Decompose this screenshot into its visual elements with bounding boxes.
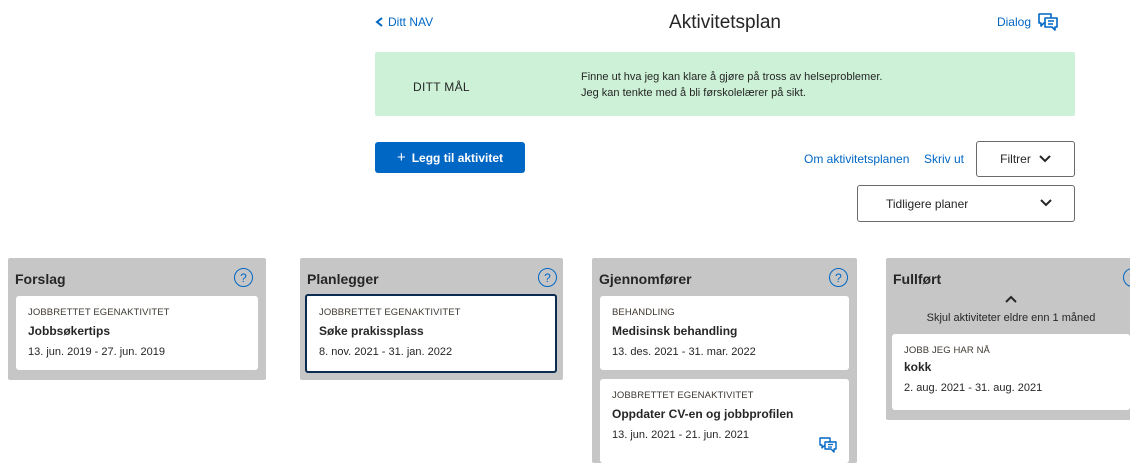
goal-text-line: Finne ut hva jeg kan klare å gjøre på tr… [581, 71, 883, 83]
card-dates: 13. jun. 2019 - 27. jun. 2019 [28, 346, 165, 358]
column-fullfort: Fullført ? Skjul aktiviteter eldre enn 1… [886, 258, 1130, 420]
goal-panel: DITT MÅL Finne ut hva jeg kan klare å gj… [375, 52, 1075, 116]
print-link[interactable]: Skriv ut [924, 152, 964, 166]
goal-label: DITT MÅL [413, 80, 470, 94]
column-header: Planlegger ? [300, 258, 563, 296]
card-title: Oppdater CV-en og jobbprofilen [612, 407, 794, 421]
previous-plans-label: Tidligere planer [886, 197, 969, 211]
plus-icon: + [396, 149, 406, 166]
page-header: Ditt NAV Aktivitetsplan Dialog [375, 0, 1075, 48]
help-icon[interactable]: ? [234, 268, 253, 287]
dialog-link-label: Dialog [996, 15, 1031, 29]
card-dates: 2. aug. 2021 - 31. aug. 2021 [904, 382, 1043, 394]
card-dates: 13. des. 2021 - 31. mar. 2022 [612, 346, 756, 358]
filter-button[interactable]: Filtrer [976, 141, 1075, 177]
column-planlegger: Planlegger ? JOBBRETTET EGENAKTIVITET Sø… [300, 258, 563, 380]
card-type: JOBB JEG HAR NÅ [904, 345, 990, 356]
help-icon[interactable]: ? [1123, 268, 1130, 287]
column-gjennomforer: Gjennomfører ? BEHANDLING Medisinsk beha… [592, 258, 857, 463]
activity-card[interactable]: JOBB JEG HAR NÅ kokk 2. aug. 2021 - 31. … [892, 334, 1130, 410]
about-plan-link[interactable]: Om aktivitetsplanen [804, 152, 909, 166]
card-dates: 8. nov. 2021 - 31. jan. 2022 [319, 346, 453, 358]
column-title: Forslag [15, 271, 66, 287]
card-type: JOBBRETTET EGENAKTIVITET [28, 307, 170, 318]
help-icon[interactable]: ? [538, 268, 557, 287]
dialog-icon [819, 437, 837, 453]
card-type: JOBBRETTET EGENAKTIVITET [612, 390, 754, 401]
chevron-up-icon [1005, 295, 1017, 303]
activity-card[interactable]: BEHANDLING Medisinsk behandling 13. des.… [600, 296, 849, 370]
column-header: Gjennomfører ? [592, 258, 857, 296]
column-title: Fullført [893, 271, 942, 287]
filter-label: Filtrer [1000, 152, 1031, 166]
previous-plans-select[interactable]: Tidligere planer [857, 185, 1075, 222]
goal-text: Finne ut hva jeg kan klare å gjøre på tr… [581, 69, 882, 101]
card-title: Søke prakissplass [319, 324, 424, 338]
dialog-icon [1038, 13, 1058, 31]
activity-card-selected[interactable]: JOBBRETTET EGENAKTIVITET Søke prakisspla… [305, 294, 557, 373]
help-icon[interactable]: ? [829, 268, 848, 287]
card-type: BEHANDLING [612, 307, 675, 318]
chevron-down-icon [1040, 199, 1052, 207]
add-activity-button[interactable]: + Legg til aktivitet [375, 142, 525, 173]
column-title: Gjennomfører [599, 271, 692, 287]
activity-card[interactable]: JOBBRETTET EGENAKTIVITET Oppdater CV-en … [600, 379, 849, 463]
card-title: Jobbsøkertips [28, 324, 111, 338]
column-title: Planlegger [307, 271, 379, 287]
chevron-down-icon [1039, 155, 1051, 163]
card-dates: 13. jun. 2021 - 21. jun. 2021 [612, 429, 749, 441]
hide-old-activities-label: Skjul aktiviteter eldre enn 1 måned [926, 312, 1096, 324]
hide-old-activities-toggle[interactable]: Skjul aktiviteter eldre enn 1 måned [886, 293, 1130, 327]
page-title: Aktivitetsplan [669, 12, 781, 33]
goal-text-line: Jeg kan tenkte med å bli førskolelærer p… [581, 87, 806, 99]
dialog-link[interactable]: Dialog [997, 12, 1059, 32]
card-type: JOBBRETTET EGENAKTIVITET [319, 307, 461, 318]
column-header: Fullført ? [886, 258, 1130, 296]
activity-card[interactable]: JOBBRETTET EGENAKTIVITET Jobbsøkertips 1… [16, 296, 258, 370]
column-header: Forslag ? [8, 258, 266, 296]
column-forslag: Forslag ? JOBBRETTET EGENAKTIVITET Jobbs… [8, 258, 266, 380]
add-activity-label: Legg til aktivitet [411, 150, 504, 165]
card-title: kokk [904, 360, 932, 374]
card-title: Medisinsk behandling [612, 324, 738, 338]
